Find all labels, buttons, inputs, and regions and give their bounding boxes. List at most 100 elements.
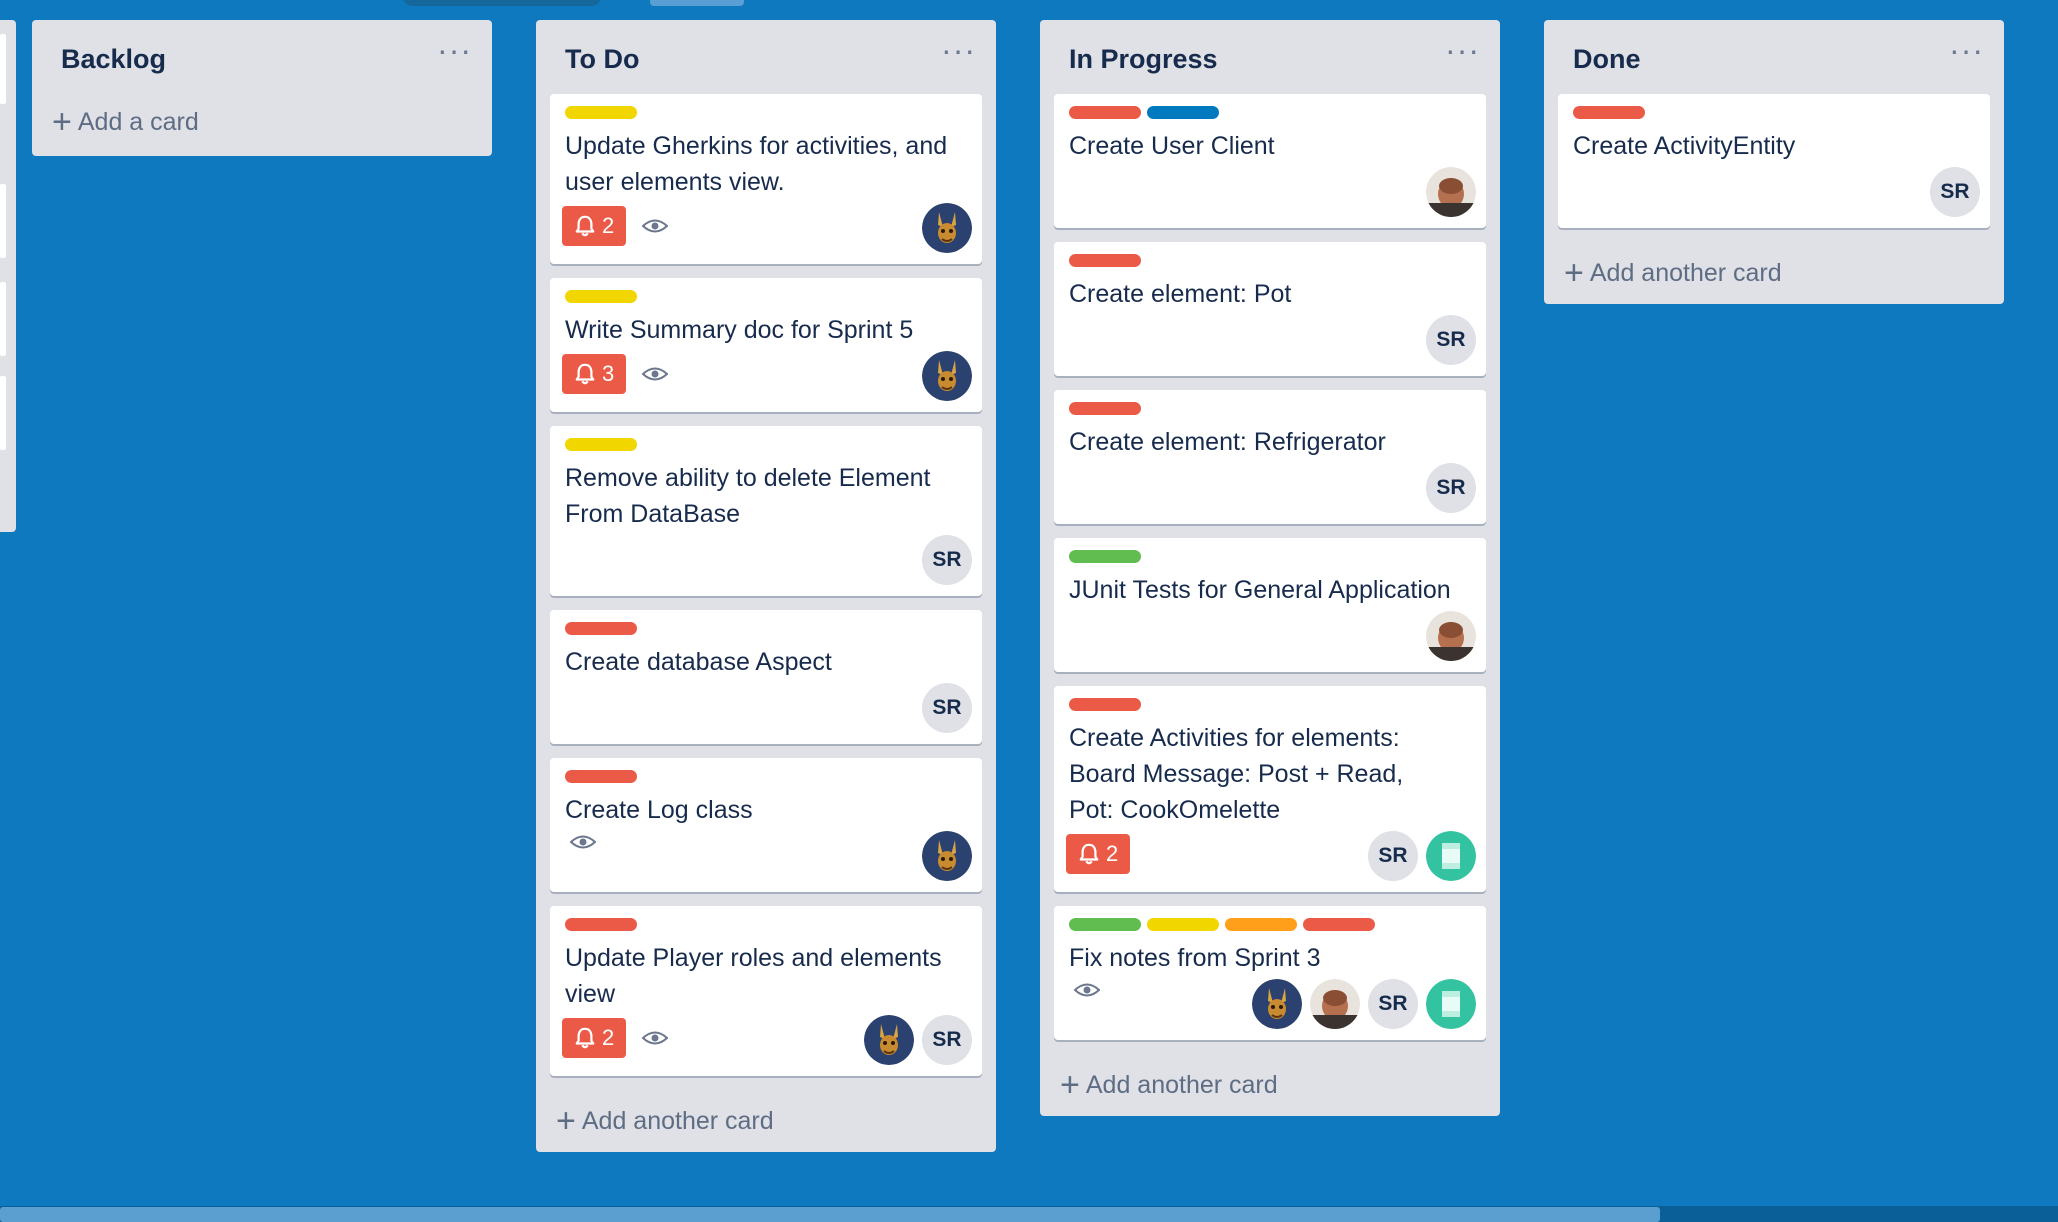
avatar-initials[interactable]: SR	[1426, 463, 1476, 513]
avatar-initials[interactable]: SR	[922, 1015, 972, 1065]
avatar-initials[interactable]: SR	[1426, 315, 1476, 365]
card-labels	[565, 770, 968, 783]
add-card-button[interactable]: + Add another card	[536, 1090, 996, 1152]
label-chip[interactable]	[565, 290, 637, 303]
avatar-initials[interactable]: SR	[1368, 831, 1418, 881]
label-chip[interactable]	[1225, 918, 1297, 931]
card-title: Create Activities for elements: Board Me…	[1069, 724, 1404, 824]
label-chip[interactable]	[1069, 402, 1141, 415]
avatar-rabbit[interactable]	[922, 831, 972, 881]
card[interactable]: Create database Aspect SR	[550, 610, 982, 744]
list-title[interactable]: To Do	[565, 44, 639, 75]
card-members: SR	[864, 1015, 972, 1065]
card[interactable]: Update Player roles and elements view 2 SR	[550, 906, 982, 1076]
card-members	[1426, 167, 1476, 217]
list-title[interactable]: Done	[1573, 44, 1641, 75]
card-labels	[1069, 698, 1472, 711]
label-chip[interactable]	[1069, 918, 1141, 931]
avatar-teal[interactable]	[1426, 831, 1476, 881]
card-members: SR	[1252, 979, 1476, 1029]
card-footer: SR	[1066, 976, 1476, 1030]
card-footer: 2	[562, 200, 972, 254]
card-list: Create User Client Create element: Pot SR C…	[1040, 94, 1500, 1040]
list-in-progress: In Progress ··· Create User Client Create e…	[1040, 20, 1500, 1116]
avatar-photo[interactable]	[1310, 979, 1360, 1029]
label-chip[interactable]	[565, 770, 637, 783]
avatar-teal[interactable]	[1426, 979, 1476, 1029]
card[interactable]: Update Gherkins for activities, and user…	[550, 94, 982, 264]
card[interactable]: Fix notes from Sprint 3 SR	[1054, 906, 1486, 1040]
member-avatar-strip	[402, 0, 602, 6]
label-chip[interactable]	[1069, 550, 1141, 563]
card[interactable]: Create Log class	[550, 758, 982, 892]
card-members: SR	[1426, 463, 1476, 513]
label-chip[interactable]	[565, 438, 637, 451]
label-chip[interactable]	[1069, 698, 1141, 711]
horizontal-scrollbar-thumb[interactable]	[0, 1207, 1660, 1222]
add-card-label: Add another card	[581, 1106, 774, 1135]
avatar-initials[interactable]: SR	[1368, 979, 1418, 1029]
avatar-initials[interactable]: SR	[922, 535, 972, 585]
bell-icon	[574, 1026, 596, 1050]
header-button[interactable]	[650, 0, 744, 6]
card-members: SR	[1368, 831, 1476, 881]
label-chip[interactable]	[565, 622, 637, 635]
avatar-rabbit[interactable]	[922, 351, 972, 401]
avatar-photo[interactable]	[1426, 611, 1476, 661]
notification-count: 3	[602, 361, 615, 386]
add-card-button[interactable]: + Add a card	[32, 88, 492, 156]
label-chip[interactable]	[1147, 106, 1219, 119]
card-title: JUnit Tests for General Application	[1069, 576, 1451, 604]
label-chip[interactable]	[1303, 918, 1375, 931]
card[interactable]: Write Summary doc for Sprint 5 3	[550, 278, 982, 412]
eye-icon	[642, 366, 669, 382]
card-labels	[565, 106, 968, 119]
card[interactable]: Create Activities for elements: Board Me…	[1054, 686, 1486, 892]
add-card-button[interactable]: + Add another card	[1544, 242, 2004, 304]
card[interactable]: JUnit Tests for General Application	[1054, 538, 1486, 672]
label-chip[interactable]	[1573, 106, 1645, 119]
card[interactable]: Create User Client	[1054, 94, 1486, 228]
avatar-rabbit[interactable]	[864, 1015, 914, 1065]
avatar-rabbit[interactable]	[922, 203, 972, 253]
card-footer: 2 SR	[1066, 828, 1476, 882]
list-header[interactable]: In Progress ···	[1040, 20, 1500, 94]
card-badges	[562, 834, 596, 850]
label-chip[interactable]	[1069, 106, 1141, 119]
label-chip[interactable]	[565, 918, 637, 931]
list-to-do: To Do ··· Update Gherkins for activities, …	[536, 20, 996, 1152]
card-labels	[565, 622, 968, 635]
card-footer	[1069, 608, 1476, 662]
list-title[interactable]: Backlog	[61, 44, 166, 75]
label-chip[interactable]	[1147, 918, 1219, 931]
eye-icon	[642, 1030, 669, 1046]
ellipsis-icon[interactable]: ···	[437, 34, 472, 66]
card-members: SR	[1930, 167, 1980, 217]
label-chip[interactable]	[1069, 254, 1141, 267]
avatar-initials[interactable]: SR	[922, 683, 972, 733]
card[interactable]: Create element: Pot SR	[1054, 242, 1486, 376]
card-labels	[1573, 106, 1976, 119]
add-card-label: Add another card	[1589, 258, 1782, 287]
card-footer: 2 SR	[562, 1012, 972, 1066]
avatar-initials[interactable]: SR	[1930, 167, 1980, 217]
notification-count: 2	[1106, 841, 1119, 866]
avatar-rabbit[interactable]	[1252, 979, 1302, 1029]
ellipsis-icon[interactable]: ···	[1445, 34, 1480, 66]
collapsed-list-edge[interactable]	[0, 20, 16, 532]
card[interactable]: Remove ability to delete Element From Da…	[550, 426, 982, 596]
list-header[interactable]: Backlog ···	[32, 20, 492, 94]
card-badges	[1066, 982, 1100, 998]
list-done: Done ··· Create ActivityEntity SR + Add anoth…	[1544, 20, 2004, 304]
ellipsis-icon[interactable]: ···	[1949, 34, 1984, 66]
avatar-photo[interactable]	[1426, 167, 1476, 217]
list-title[interactable]: In Progress	[1069, 44, 1218, 75]
card-members	[922, 203, 972, 253]
card[interactable]: Create element: Refrigerator SR	[1054, 390, 1486, 524]
list-header[interactable]: Done ···	[1544, 20, 2004, 94]
ellipsis-icon[interactable]: ···	[941, 34, 976, 66]
add-card-button[interactable]: + Add another card	[1040, 1054, 1500, 1116]
card[interactable]: Create ActivityEntity SR	[1558, 94, 1990, 228]
label-chip[interactable]	[565, 106, 637, 119]
list-header[interactable]: To Do ···	[536, 20, 996, 94]
